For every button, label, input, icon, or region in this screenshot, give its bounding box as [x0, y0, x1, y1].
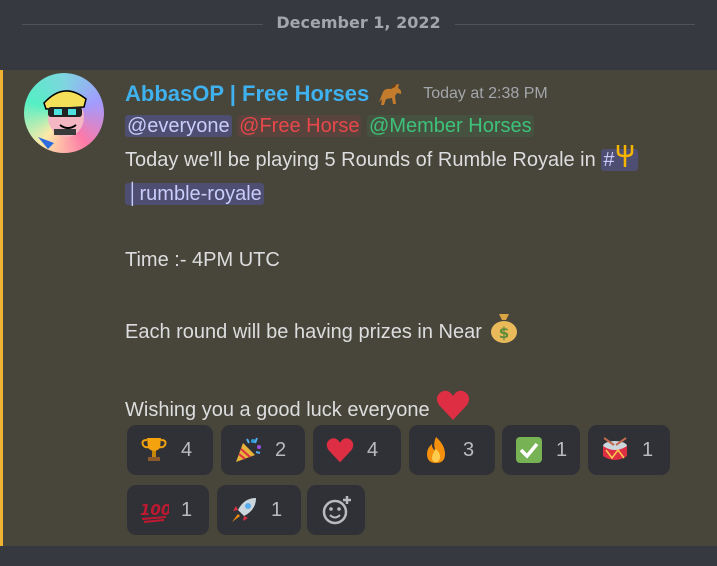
trident-emoji-icon: [614, 143, 636, 178]
reaction-hundred-points[interactable]: 100 1: [127, 485, 209, 535]
mention-member-horses[interactable]: @Member Horses: [367, 115, 534, 137]
trophy-icon: [139, 435, 169, 465]
channel-link-start[interactable]: #: [601, 145, 639, 171]
reaction-count: 1: [181, 498, 193, 521]
message[interactable]: AbbasOP | Free Horses Today at 2:38 PM @…: [0, 70, 717, 546]
reaction-count: 4: [181, 438, 193, 461]
reaction-fire[interactable]: 3: [409, 425, 495, 475]
check-mark-icon: [514, 435, 544, 465]
mention-everyone[interactable]: @everyone: [125, 115, 232, 137]
time-line: Time :- 4PM UTC: [125, 249, 280, 271]
message-content: AbbasOP | Free Horses Today at 2:38 PM @…: [125, 78, 701, 433]
reaction-party-popper[interactable]: 2: [221, 425, 305, 475]
username[interactable]: AbbasOP | Free Horses: [125, 81, 369, 107]
message-header: AbbasOP | Free Horses Today at 2:38 PM: [125, 78, 701, 110]
message-text: Today we'll be playing 5 Rounds of Rumbl…: [125, 148, 602, 171]
horse-emoji-icon: [375, 80, 405, 108]
reaction-count: 4: [367, 438, 379, 461]
reaction-trophy[interactable]: 4: [127, 425, 213, 475]
prizes-line: Each round will be having prizes in Near…: [125, 310, 701, 355]
prizes-text: Each round will be having prizes in Near: [125, 320, 488, 343]
heart-icon: [325, 435, 355, 465]
mentions-line: @everyone @Free Horse @Member Horses: [125, 110, 701, 143]
money-bag-emoji-icon: $: [487, 310, 521, 355]
avatar[interactable]: [24, 73, 104, 153]
avatar-image: [38, 90, 87, 149]
reaction-count: 1: [556, 438, 568, 461]
reaction-count: 1: [271, 498, 283, 521]
message-line-1: Today we'll be playing 5 Rounds of Rumbl…: [125, 143, 701, 178]
drum-icon: [600, 435, 630, 465]
reaction-count: 1: [642, 438, 654, 461]
reaction-count: 3: [463, 438, 475, 461]
rocket-icon: [229, 495, 259, 525]
reaction-rocket[interactable]: 1: [217, 485, 301, 535]
timestamp[interactable]: Today at 2:38 PM: [423, 85, 548, 103]
wish-text: Wishing you a good luck everyone: [125, 398, 436, 421]
svg-text:$: $: [499, 324, 509, 342]
mention-free-horse[interactable]: @Free Horse: [237, 115, 362, 137]
reaction-count: 2: [275, 438, 287, 461]
channel-link[interactable]: │rumble-royale: [125, 183, 264, 205]
reaction-heart[interactable]: 4: [313, 425, 401, 475]
channel-hash: #: [603, 148, 615, 171]
date-divider-label: December 1, 2022: [262, 13, 455, 32]
reaction-drum[interactable]: 1: [588, 425, 670, 475]
message-line-2: │rumble-royale: [125, 178, 701, 211]
add-reaction-icon: [322, 496, 351, 525]
party-popper-icon: [233, 435, 263, 465]
add-reaction-button[interactable]: [307, 485, 365, 535]
fire-icon: [421, 435, 451, 465]
reaction-check-mark[interactable]: 1: [502, 425, 580, 475]
hundred-points-icon: 100: [139, 495, 169, 525]
